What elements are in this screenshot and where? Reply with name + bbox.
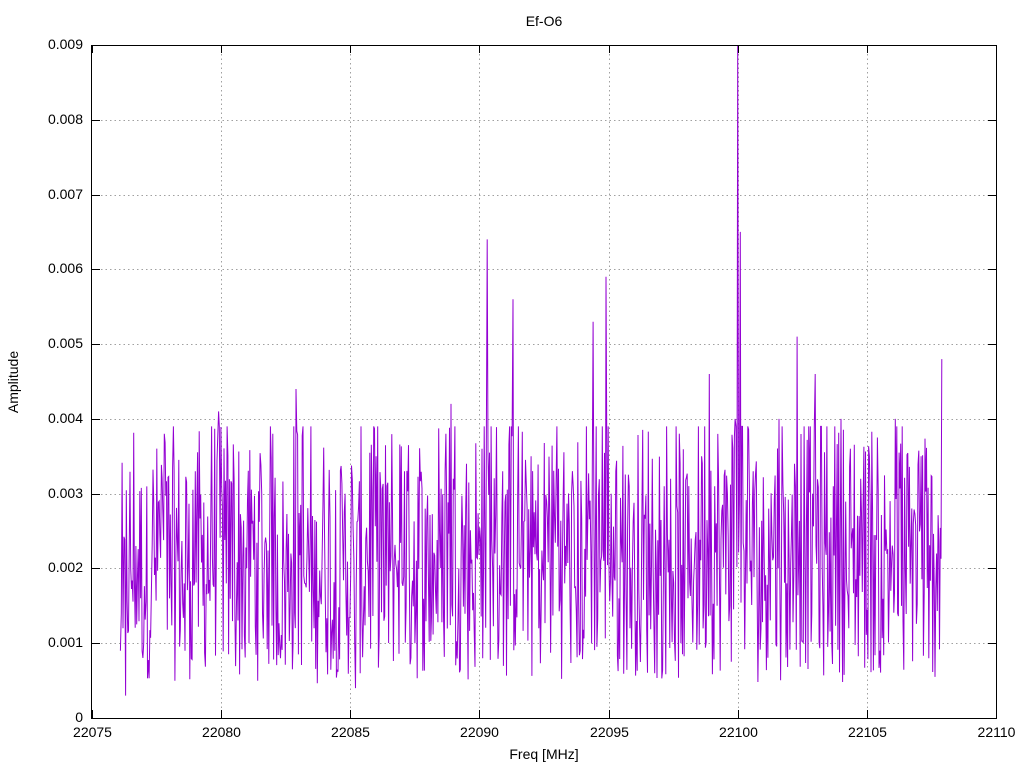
- x-tick-label: 22075: [73, 724, 112, 740]
- x-tick-label: 22090: [460, 724, 499, 740]
- y-tick-label: 0.008: [48, 111, 83, 127]
- frequency-amplitude-chart: 0 0.001 0.002 0.003 0.004 0.005 0.006 0.007 0.00…: [0, 0, 1024, 768]
- y-tick-label: 0.003: [48, 485, 83, 501]
- y-tick-label: 0.002: [48, 559, 83, 575]
- x-tick-label: 22100: [719, 724, 758, 740]
- y-tick-label: 0.001: [48, 634, 83, 650]
- y-axis-label: Amplitude: [5, 351, 21, 413]
- x-tick-label: 22085: [331, 724, 370, 740]
- y-tick-label: 0.007: [48, 186, 83, 202]
- y-tick-label: 0: [75, 709, 83, 725]
- y-tick-label: 0.004: [48, 410, 83, 426]
- x-tick-label: 22105: [848, 724, 887, 740]
- x-tick-label: 22095: [590, 724, 629, 740]
- x-axis-label: Freq [MHz]: [509, 746, 578, 762]
- y-tick-label: 0.006: [48, 260, 83, 276]
- y-tick-label: 0.005: [48, 335, 83, 351]
- chart-title: Ef-O6: [526, 13, 563, 29]
- y-tick-label: 0.009: [48, 36, 83, 52]
- x-tick-label: 22080: [202, 724, 241, 740]
- x-tick-label: 22110: [978, 724, 1016, 740]
